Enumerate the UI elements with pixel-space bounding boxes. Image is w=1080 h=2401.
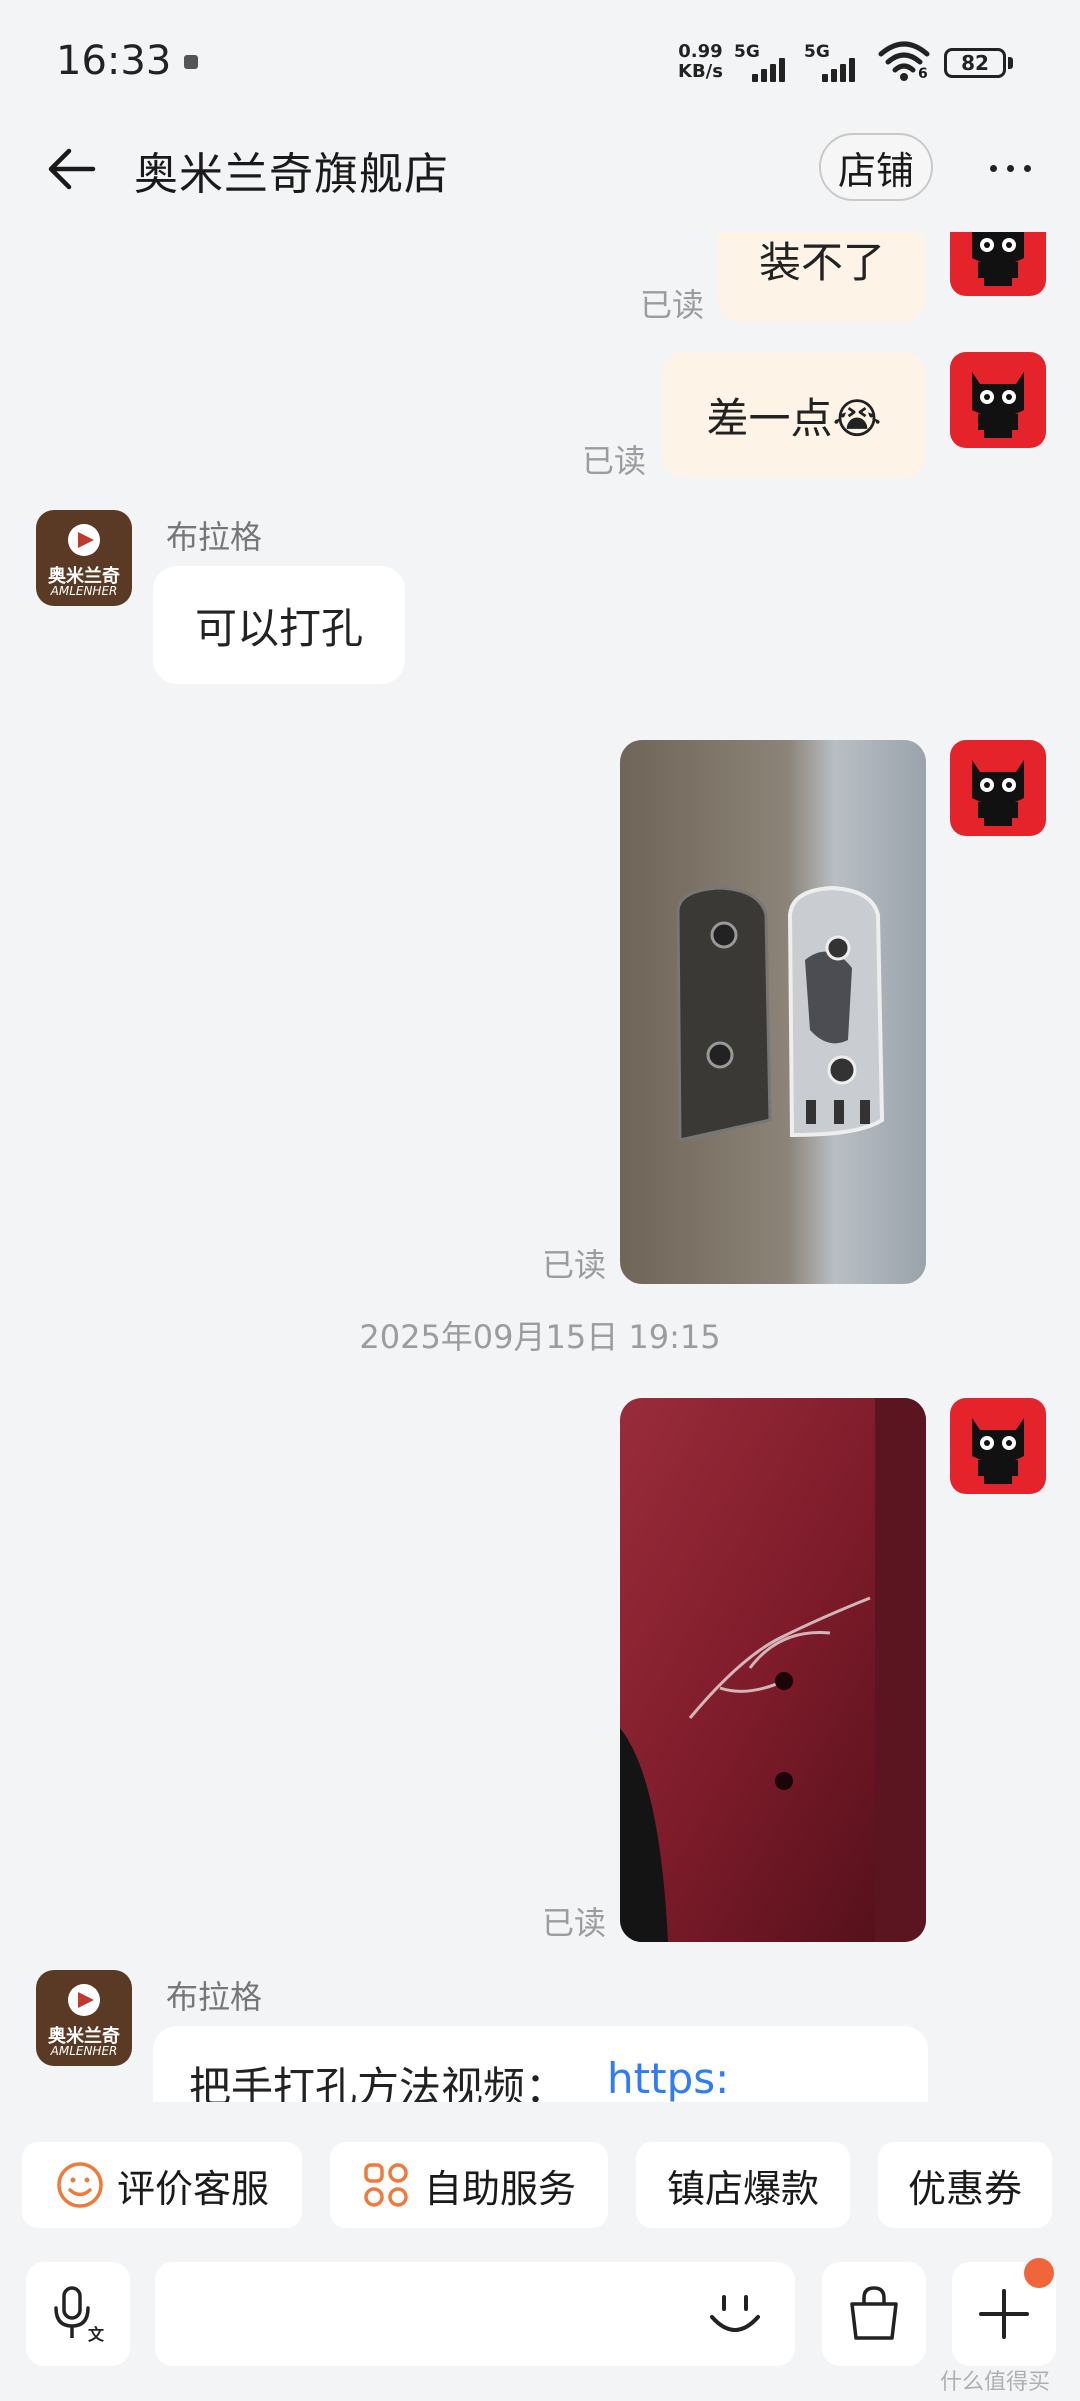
read-status: 已读 — [542, 1904, 607, 1942]
signal-icon: 5G — [804, 42, 866, 82]
network-speed: 0.99 KB/s — [678, 42, 723, 82]
user-avatar[interactable] — [950, 1398, 1046, 1494]
message-timestamp: 2025年09月15日 19:15 — [359, 1318, 721, 1356]
message-text: 把手打孔方法视频： — [189, 2063, 568, 2102]
wifi-sub: 6 — [918, 66, 928, 82]
shop-avatar[interactable]: 奥米兰奇 AMLENHER — [36, 1970, 132, 2066]
battery-icon: 82 — [944, 48, 1016, 80]
grid-icon — [364, 2163, 408, 2207]
outgoing-message[interactable]: 差一点😭 — [662, 352, 926, 478]
more-options-button[interactable] — [982, 140, 1038, 196]
message-link[interactable]: https: — [607, 2054, 729, 2102]
read-status: 已读 — [582, 442, 647, 480]
chip-label: 镇店爆款 — [666, 2166, 819, 2211]
chip-label: 自助服务 — [423, 2166, 576, 2211]
coupon-button[interactable]: 优惠券 — [878, 2142, 1052, 2228]
more-icon — [989, 164, 997, 172]
network-speed-unit: KB/s — [678, 61, 723, 82]
top-products-button[interactable]: 镇店爆款 — [636, 2142, 850, 2228]
shopping-bag-icon — [850, 2286, 898, 2340]
sender-name: 布拉格 — [166, 1978, 263, 2016]
emoji-icon — [710, 2295, 760, 2332]
notification-icon — [184, 55, 198, 69]
tmall-cat-icon — [950, 232, 1046, 296]
shop-button[interactable]: 店铺 — [819, 133, 933, 201]
message-text: 装不了 — [758, 238, 885, 287]
back-button[interactable] — [36, 134, 106, 204]
quick-action-bar: 评价客服 自助服务 镇店爆款 优惠券 — [0, 2102, 1080, 2228]
user-avatar[interactable] — [950, 740, 1046, 836]
outgoing-message[interactable]: 装不了 — [718, 232, 926, 322]
message-text: 可以打孔 — [194, 603, 363, 653]
chat-area[interactable]: 装不了 已读 差一点😭 已读 奥米兰奇 AMLENHER 布拉格 可以打孔 已读… — [0, 232, 1080, 2102]
rate-service-button[interactable]: 评价客服 — [22, 2142, 302, 2228]
emoji-button[interactable] — [700, 2280, 770, 2350]
wifi-icon: 6 — [878, 40, 930, 84]
page-title: 奥米兰奇旗舰店 — [134, 149, 449, 200]
status-time: 16:33 — [56, 38, 172, 84]
user-avatar[interactable] — [950, 352, 1046, 448]
battery-level: 82 — [944, 48, 1006, 78]
incoming-message[interactable]: 把手打孔方法视频： https: — [153, 2026, 928, 2102]
incoming-message[interactable]: 可以打孔 — [153, 566, 405, 684]
image-message[interactable] — [620, 1398, 926, 1942]
back-arrow-icon — [48, 148, 96, 190]
red-surface-photo — [620, 1398, 926, 1942]
handle-parts-photo — [620, 740, 926, 1284]
sender-name: 布拉格 — [166, 518, 263, 556]
self-service-button[interactable]: 自助服务 — [330, 2142, 608, 2228]
chip-label: 优惠券 — [907, 2166, 1022, 2211]
signal-icon: 5G — [734, 42, 796, 82]
smiley-icon — [57, 2162, 103, 2208]
watermark: 什么值得买 — [940, 2370, 1051, 2395]
tmall-cat-icon — [950, 1398, 1046, 1494]
microphone-icon: 文 — [54, 2286, 105, 2344]
shop-logo-subtext: AMLENHER — [50, 2044, 118, 2058]
shop-logo-subtext: AMLENHER — [50, 584, 118, 598]
tmall-cat-icon — [950, 740, 1046, 836]
plus-icon — [979, 2289, 1029, 2339]
read-status: 已读 — [542, 1246, 607, 1284]
read-status: 已读 — [640, 286, 705, 324]
message-text: 差一点😭 — [706, 393, 882, 443]
user-avatar[interactable] — [950, 232, 1046, 296]
notification-badge — [1024, 2258, 1054, 2288]
voice-input-button[interactable]: 文 — [26, 2262, 130, 2366]
chip-label: 评价客服 — [116, 2166, 269, 2211]
image-message[interactable] — [620, 740, 926, 1284]
svg-text:文: 文 — [88, 2325, 105, 2344]
shopping-bag-button[interactable] — [822, 2262, 926, 2366]
tmall-cat-icon — [950, 352, 1046, 448]
shop-avatar[interactable]: 奥米兰奇 AMLENHER — [36, 510, 132, 606]
message-input[interactable] — [155, 2262, 795, 2366]
network-speed-value: 0.99 — [678, 41, 723, 62]
